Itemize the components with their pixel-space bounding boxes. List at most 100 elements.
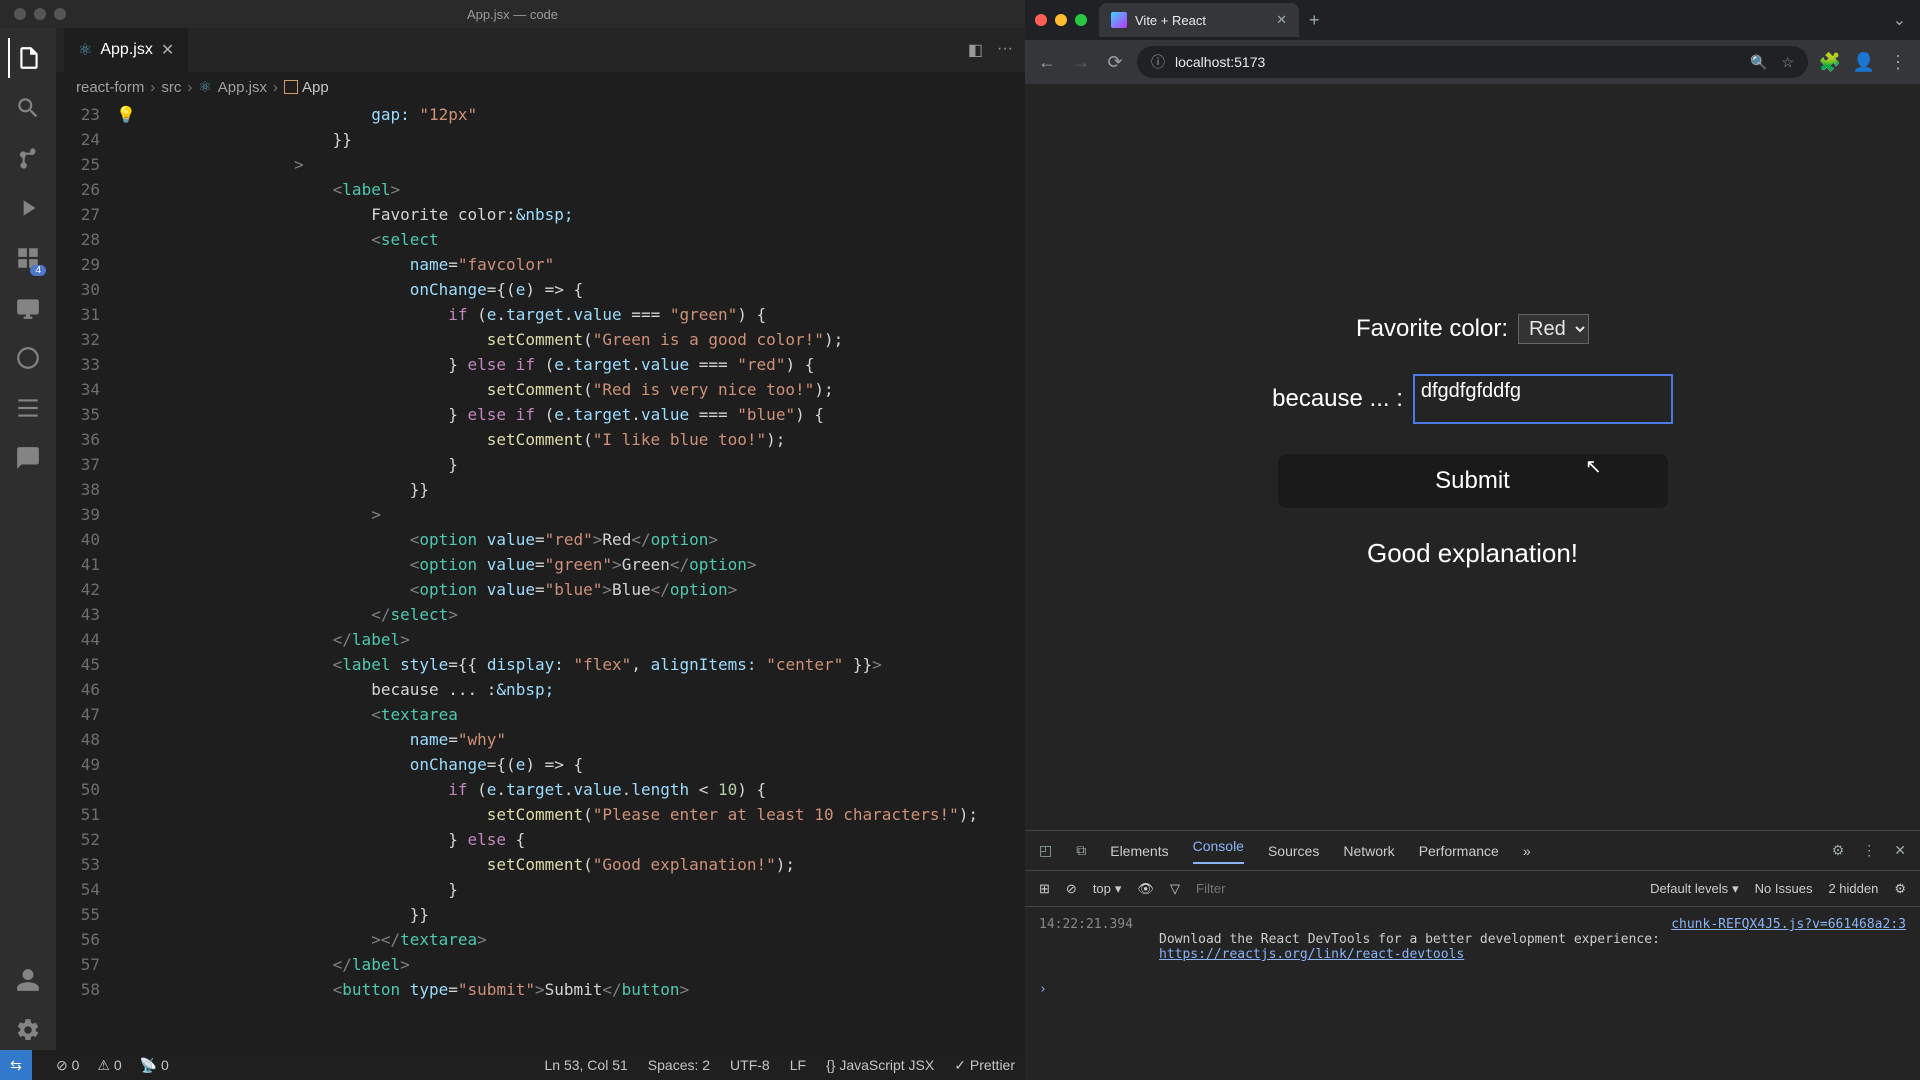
back-button[interactable]: ← bbox=[1035, 52, 1059, 73]
devtools-close-icon[interactable]: ✕ bbox=[1894, 842, 1906, 859]
tab-network[interactable]: Network bbox=[1343, 843, 1394, 859]
max-dot[interactable] bbox=[54, 8, 66, 20]
breadcrumb[interactable]: react-form › src › ⚛ App.jsx › App bbox=[56, 72, 1025, 102]
accounts-icon[interactable] bbox=[8, 960, 48, 1000]
vscode-titlebar[interactable]: App.jsx — code bbox=[0, 0, 1025, 28]
language-mode[interactable]: {} JavaScript JSX bbox=[826, 1057, 934, 1073]
device-toggle-icon[interactable]: ⧉ bbox=[1076, 842, 1086, 859]
eol[interactable]: LF bbox=[790, 1057, 806, 1073]
error-count[interactable]: ⊘ 0 bbox=[56, 1057, 79, 1074]
vite-favicon bbox=[1111, 12, 1127, 28]
live-expression-icon[interactable]: 👁 bbox=[1137, 881, 1154, 897]
testing-icon[interactable] bbox=[8, 388, 48, 428]
submit-button[interactable]: Submit bbox=[1278, 454, 1668, 508]
breadcrumb-part[interactable]: react-form bbox=[76, 79, 144, 96]
extensions-badge: 4 bbox=[30, 265, 46, 276]
zoom-icon[interactable]: 🔍 bbox=[1750, 54, 1767, 71]
activity-bar: 4 bbox=[0, 28, 56, 1050]
browser-tab-strip: Vite + React ✕ + ⌄ bbox=[1025, 0, 1920, 40]
address-bar[interactable]: ⓘ localhost:5173 🔍 ☆ bbox=[1137, 46, 1808, 78]
filter-input[interactable] bbox=[1196, 881, 1634, 896]
breadcrumb-symbol[interactable]: App bbox=[284, 79, 329, 96]
source-control-icon[interactable] bbox=[8, 138, 48, 178]
chevron-right-icon: › bbox=[273, 79, 278, 96]
close-icon[interactable]: ✕ bbox=[1276, 12, 1287, 28]
tab-performance[interactable]: Performance bbox=[1419, 843, 1499, 859]
chat-icon[interactable] bbox=[8, 438, 48, 478]
console-prompt[interactable]: › bbox=[1039, 982, 1906, 997]
status-bar: ⇆ ⊘ 0 ⚠ 0 📡 0 Ln 53, Col 51 Spaces: 2 UT… bbox=[0, 1050, 1025, 1080]
because-textarea[interactable] bbox=[1413, 374, 1673, 424]
prettier-status[interactable]: ✓ Prettier bbox=[954, 1057, 1015, 1074]
context-select[interactable]: top ▾ bbox=[1093, 881, 1122, 897]
extensions-icon[interactable]: 🧩 bbox=[1818, 52, 1842, 73]
url-text: localhost:5173 bbox=[1175, 54, 1265, 70]
method-icon bbox=[284, 80, 298, 94]
bookmark-icon[interactable]: ☆ bbox=[1781, 54, 1794, 71]
issues[interactable]: No Issues bbox=[1755, 881, 1813, 896]
log-levels[interactable]: Default levels ▾ bbox=[1650, 881, 1739, 897]
min-dot[interactable] bbox=[1055, 14, 1067, 26]
search-icon[interactable] bbox=[8, 88, 48, 128]
indentation[interactable]: Spaces: 2 bbox=[648, 1057, 710, 1073]
log-link[interactable]: https://reactjs.org/link/react-devtools bbox=[1159, 947, 1464, 962]
cursor-position[interactable]: Ln 53, Col 51 bbox=[544, 1057, 627, 1073]
max-dot[interactable] bbox=[1075, 14, 1087, 26]
more-actions-icon[interactable]: ··· bbox=[997, 40, 1013, 60]
color-row: Favorite color: Red bbox=[1356, 314, 1589, 344]
extensions-icon[interactable]: 4 bbox=[8, 238, 48, 278]
close-dot[interactable] bbox=[1035, 14, 1047, 26]
chevron-down-icon[interactable]: ⌄ bbox=[1893, 10, 1920, 30]
log-message: Download the React DevTools for a better… bbox=[1159, 932, 1906, 962]
devtools-settings-icon[interactable]: ⚙ bbox=[1832, 842, 1845, 859]
menu-icon[interactable]: ⋮ bbox=[1886, 52, 1910, 73]
devtools: ◰ ⧉ Elements Console Sources Network Per… bbox=[1025, 830, 1920, 1080]
run-debug-icon[interactable] bbox=[8, 188, 48, 228]
breadcrumb-part[interactable]: src bbox=[161, 79, 181, 96]
color-select[interactable]: Red bbox=[1518, 314, 1589, 344]
reload-button[interactable]: ⟳ bbox=[1103, 52, 1127, 73]
browser-window: Vite + React ✕ + ⌄ ← → ⟳ ⓘ localhost:517… bbox=[1025, 0, 1920, 1080]
remote-explorer-icon[interactable] bbox=[8, 288, 48, 328]
devtools-menu-icon[interactable]: ⋮ bbox=[1862, 842, 1876, 859]
tab-console[interactable]: Console bbox=[1193, 838, 1244, 864]
warning-count[interactable]: ⚠ 0 bbox=[97, 1057, 121, 1074]
log-source[interactable]: chunk-REFQX4J5.js?v=661468a2:3 bbox=[1671, 917, 1906, 932]
editor-tab-active[interactable]: ⚛ App.jsx ✕ bbox=[64, 28, 188, 72]
forward-button: → bbox=[1069, 52, 1093, 73]
close-dot[interactable] bbox=[14, 8, 26, 20]
tab-sources[interactable]: Sources bbox=[1268, 843, 1319, 859]
hidden-count[interactable]: 2 hidden bbox=[1828, 881, 1878, 896]
macos-traffic-lights[interactable] bbox=[14, 8, 66, 20]
window-title: App.jsx — code bbox=[467, 7, 558, 22]
encoding[interactable]: UTF-8 bbox=[730, 1057, 770, 1073]
split-editor-icon[interactable]: ◧ bbox=[968, 40, 983, 60]
site-info-icon[interactable]: ⓘ bbox=[1151, 52, 1165, 72]
copilot-icon[interactable] bbox=[8, 338, 48, 378]
tabs-overflow[interactable]: » bbox=[1523, 843, 1531, 859]
min-dot[interactable] bbox=[34, 8, 46, 20]
close-icon[interactable]: ✕ bbox=[161, 40, 174, 60]
new-tab-button[interactable]: + bbox=[1309, 10, 1320, 31]
tab-elements[interactable]: Elements bbox=[1110, 843, 1168, 859]
chevron-right-icon: › bbox=[187, 79, 192, 96]
sidebar-toggle-icon[interactable]: ⊞ bbox=[1039, 881, 1050, 897]
clear-console-icon[interactable]: ⊘ bbox=[1066, 881, 1077, 897]
console-toolbar: ⊞ ⊘ top ▾ 👁 ▽ Default levels ▾ No Issues… bbox=[1025, 871, 1920, 907]
remote-indicator[interactable]: ⇆ bbox=[0, 1050, 32, 1080]
macos-traffic-lights[interactable] bbox=[1035, 14, 1087, 26]
browser-tab[interactable]: Vite + React ✕ bbox=[1099, 3, 1299, 37]
editor-tabs: ⚛ App.jsx ✕ ◧ ··· bbox=[56, 28, 1025, 72]
breadcrumb-part[interactable]: App.jsx bbox=[218, 79, 267, 96]
tab-filename: App.jsx bbox=[100, 41, 152, 59]
inspect-icon[interactable]: ◰ bbox=[1039, 842, 1052, 859]
console-output[interactable]: 14:22:21.394 chunk-REFQX4J5.js?v=661468a… bbox=[1025, 907, 1920, 1080]
settings-gear-icon[interactable] bbox=[8, 1010, 48, 1050]
profile-icon[interactable]: 👤 bbox=[1852, 52, 1876, 73]
console-settings-icon[interactable]: ⚙ bbox=[1894, 881, 1906, 897]
because-row: because ... : bbox=[1272, 374, 1673, 424]
explorer-icon[interactable] bbox=[8, 38, 48, 78]
code-editor[interactable]: 2324252627282930313233343536373839404142… bbox=[56, 102, 1025, 1050]
react-file-icon: ⚛ bbox=[198, 78, 211, 96]
ports[interactable]: 📡 0 bbox=[140, 1057, 169, 1074]
